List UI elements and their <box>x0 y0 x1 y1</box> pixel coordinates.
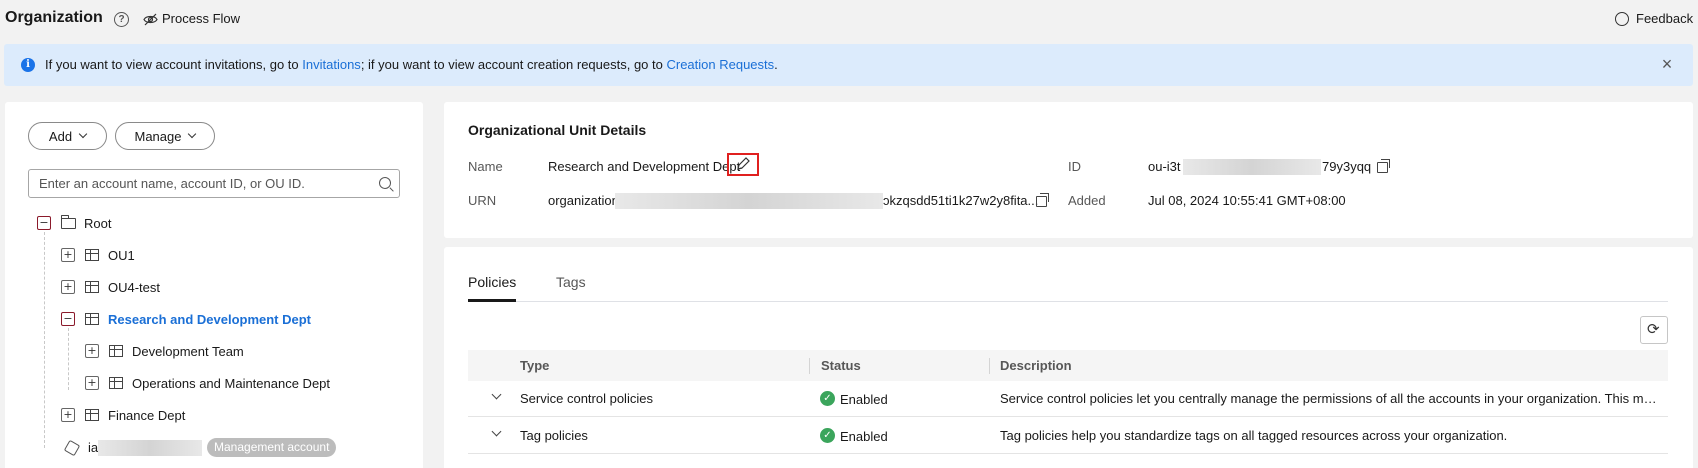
manage-button[interactable]: Manage <box>115 122 215 150</box>
row-type: Service control policies <box>520 391 653 406</box>
tree-item-account[interactable]: ia <box>88 440 98 455</box>
management-account-badge: Management account <box>207 438 337 457</box>
check-circle-icon: ✓ <box>820 428 835 443</box>
add-button[interactable]: Add <box>28 122 107 150</box>
close-icon[interactable]: × <box>1659 55 1675 73</box>
tree-toggle-root[interactable]: − <box>37 216 51 230</box>
ou-icon <box>85 313 99 325</box>
search-box <box>28 169 400 198</box>
pencil-icon <box>737 157 750 170</box>
chevron-down-icon <box>188 129 197 139</box>
creation-requests-link[interactable]: Creation Requests <box>666 57 774 72</box>
tab-tags[interactable]: Tags <box>556 274 586 290</box>
tab-divider <box>468 301 1668 302</box>
id-value-prefix: ou-i3t <box>1148 159 1181 174</box>
add-button-label: Add <box>48 128 73 144</box>
tree-toggle-dev-team[interactable]: + <box>85 344 99 358</box>
urn-value-prefix: organization <box>548 193 619 208</box>
tree-item-finance-dept[interactable]: Finance Dept <box>108 408 185 423</box>
search-input[interactable] <box>29 170 359 197</box>
ou-icon <box>85 409 99 421</box>
tree-item-rnd-dept[interactable]: Research and Development Dept <box>108 312 311 327</box>
folder-icon <box>61 215 76 229</box>
search-icon[interactable] <box>379 177 391 189</box>
column-separator <box>809 358 810 374</box>
process-flow-link[interactable]: Process Flow <box>162 11 240 26</box>
tree-guide-line <box>44 232 45 448</box>
invitations-link[interactable]: Invitations <box>302 57 361 72</box>
tree-toggle-rnd[interactable]: − <box>61 312 75 326</box>
column-header-description: Description <box>1000 358 1072 373</box>
tree-toggle-ou4-test[interactable]: + <box>61 280 75 294</box>
id-value-suffix: 79y3yqq <box>1322 159 1372 174</box>
details-title: Organizational Unit Details <box>468 122 647 138</box>
active-tab-indicator <box>468 299 516 302</box>
ou-icon <box>85 249 99 261</box>
name-value: Research and Development Dept <box>548 159 741 174</box>
feedback-link[interactable]: Feedback <box>1636 11 1693 26</box>
tree-toggle-finance[interactable]: + <box>61 408 75 422</box>
tree-toggle-ops[interactable]: + <box>85 376 99 390</box>
name-label: Name <box>468 159 503 174</box>
column-header-type: Type <box>520 358 550 373</box>
row-type: Tag policies <box>520 428 588 443</box>
redacted-block <box>1183 159 1321 175</box>
tree-item-dev-team[interactable]: Development Team <box>132 344 244 359</box>
redacted-block <box>615 193 883 209</box>
added-label: Added <box>1068 193 1106 208</box>
page-title: Organization <box>5 9 103 26</box>
tree-item-ou4-test[interactable]: OU4-test <box>108 280 160 295</box>
added-value: Jul 08, 2024 10:55:41 GMT+08:00 <box>1148 193 1346 208</box>
check-circle-icon: ✓ <box>820 391 835 406</box>
info-icon: i <box>21 58 35 72</box>
ou-icon <box>109 377 123 389</box>
banner-text: If you want to view account invitations,… <box>45 57 778 72</box>
top-bar <box>0 0 1698 40</box>
manage-button-label: Manage <box>134 128 182 144</box>
row-divider <box>468 453 1668 454</box>
tree-item-ops-dept[interactable]: Operations and Maintenance Dept <box>132 376 330 391</box>
copy-icon[interactable] <box>1036 193 1049 207</box>
urn-label: URN <box>468 193 497 208</box>
smiley-icon <box>1615 12 1629 26</box>
ou-icon <box>109 345 123 357</box>
column-header-status: Status <box>821 358 861 373</box>
row-divider <box>468 416 1668 417</box>
chevron-down-icon <box>78 129 88 139</box>
column-separator <box>989 358 990 374</box>
banner-text-middle: ; if you want to view account creation r… <box>360 57 667 72</box>
tree-item-ou1[interactable]: OU1 <box>108 248 135 263</box>
edit-name-button[interactable] <box>727 153 759 176</box>
row-description: Tag policies help you standardize tags o… <box>1000 428 1508 443</box>
row-description: Service control policies let you central… <box>1000 391 1660 406</box>
banner-text-before: If you want to view account invitations,… <box>45 57 303 72</box>
row-status: Enabled <box>840 392 888 407</box>
tree-guide-line <box>68 328 69 390</box>
help-icon[interactable]: ? <box>114 12 129 27</box>
id-label: ID <box>1068 159 1081 174</box>
copy-icon[interactable] <box>1377 159 1390 173</box>
tree-toggle-ou1[interactable]: + <box>61 248 75 262</box>
ou-icon <box>85 281 99 293</box>
tree-item-root[interactable]: Root <box>84 216 111 231</box>
banner-text-after: . <box>774 57 778 72</box>
redacted-block <box>98 440 202 456</box>
eye-slash-icon <box>143 13 158 26</box>
row-status: Enabled <box>840 429 888 444</box>
tab-policies[interactable]: Policies <box>468 274 516 290</box>
refresh-button[interactable] <box>1640 316 1668 344</box>
urn-value-suffix: ɔkzqsdd51ti1k27w2y8fita... <box>883 193 1039 208</box>
